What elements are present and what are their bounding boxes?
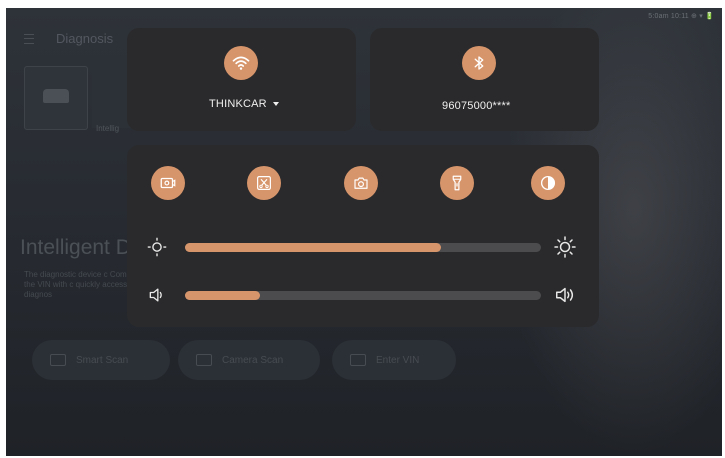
wifi-toggle[interactable]	[224, 46, 258, 80]
flashlight-button[interactable]	[440, 166, 474, 200]
camera-scan-label: Camera Scan	[222, 354, 284, 366]
menu-icon	[24, 34, 34, 44]
smart-scan-label: Smart Scan	[76, 354, 129, 366]
bluetooth-toggle[interactable]	[462, 46, 496, 80]
controls-panel	[127, 145, 599, 327]
wifi-network-selector[interactable]: THINKCAR	[209, 98, 279, 110]
camera-scan-button: Camera Scan	[178, 340, 320, 380]
camera-button[interactable]	[344, 166, 378, 200]
volume-low-icon	[149, 288, 162, 302]
contrast-icon	[540, 175, 556, 191]
screen-record-button[interactable]	[151, 166, 185, 200]
page-title: Diagnosis	[56, 31, 114, 46]
bluetooth-device-name: 96075000****	[442, 100, 511, 112]
section-heading: Intelligent D	[20, 236, 131, 259]
screenshot-button[interactable]	[247, 166, 281, 200]
brightness-low-icon	[147, 237, 167, 257]
wifi-icon	[232, 56, 250, 70]
enter-vin-button: Enter VIN	[332, 340, 456, 380]
status-bar: 5:0am 10:11 ⊕ ▾ 🔋	[648, 13, 714, 20]
pen-icon	[350, 354, 366, 366]
scan-icon	[196, 354, 212, 366]
card-caption: Intellig	[96, 124, 120, 133]
volume-fill	[185, 291, 260, 300]
brightness-fill	[185, 243, 442, 252]
wifi-panel[interactable]: THINKCAR	[127, 28, 356, 131]
brightness-high-icon	[554, 236, 576, 258]
car-icon	[50, 354, 66, 366]
dropdown-caret-icon	[272, 102, 279, 107]
volume-slider[interactable]	[185, 291, 541, 300]
contrast-button[interactable]	[531, 166, 565, 200]
smart-scan-button: Smart Scan	[32, 340, 170, 380]
screenshot-icon	[257, 176, 271, 190]
car-icon	[43, 89, 69, 103]
bluetooth-icon	[474, 56, 484, 70]
vehicle-card	[24, 66, 88, 130]
enter-vin-label: Enter VIN	[376, 354, 420, 366]
screen-record-icon	[160, 177, 176, 189]
wifi-network-name: THINKCAR	[209, 98, 267, 110]
camera-icon	[354, 177, 368, 189]
bluetooth-panel[interactable]: 96075000****	[370, 28, 599, 131]
flashlight-icon	[452, 175, 462, 191]
brightness-slider[interactable]	[185, 243, 541, 252]
volume-high-icon	[556, 287, 574, 303]
section-description: The diagnostic device c Compare the VIN …	[24, 270, 143, 299]
